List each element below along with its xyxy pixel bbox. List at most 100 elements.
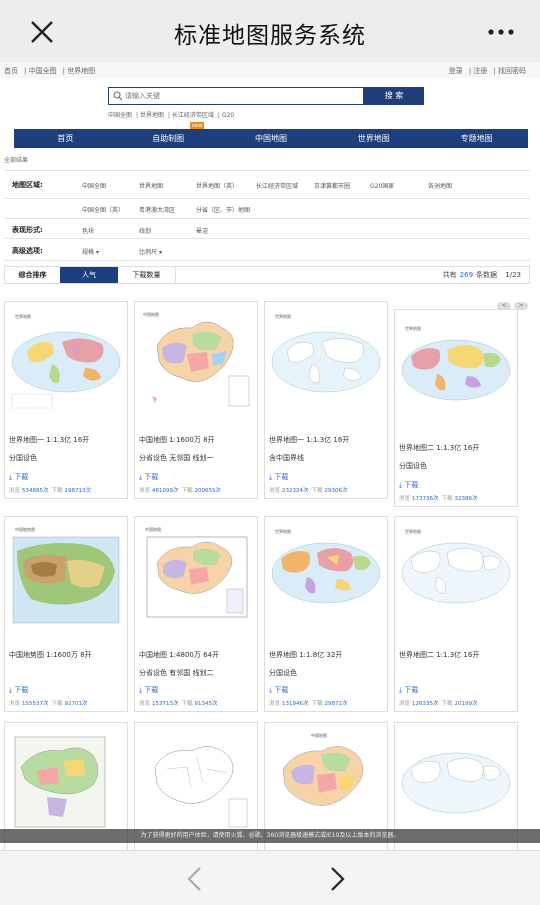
search-box [108,87,364,105]
quick-link[interactable]: G20 [222,112,234,119]
downloads-count: 92701次 [64,701,88,707]
download-link[interactable]: ⤓ 下载 [9,472,28,482]
util-link-home[interactable]: 首页 [4,67,18,75]
search-input[interactable] [125,90,357,102]
card-stats: 浏览 131946次 下载 29872次 [269,699,351,707]
downloads-label: 下载 [311,488,323,494]
filter-option[interactable]: 晕渲 [196,226,208,235]
nav-thematic-map[interactable]: 专题地图 [425,129,528,148]
forward-arrow-icon[interactable] [326,865,348,893]
nav-world-map[interactable]: 世界地图 [322,129,425,148]
downloads-count: 20199次 [454,701,478,707]
download-label: 下载 [144,473,159,481]
svg-text:世界地图: 世界地图 [405,325,421,331]
world-outline-map-thumbnail [401,752,511,814]
filter-option[interactable]: 世界地图 [139,181,163,190]
filter-option[interactable]: 京津冀都市圈 [314,181,350,190]
quick-links: 中国全图 | 世界地图 | 长江经济带区域 | G20 [108,112,235,119]
download-icon: ⤓ [269,473,273,481]
download-link[interactable]: ⤓ 下载 [399,685,418,695]
back-arrow-icon[interactable] [184,865,206,893]
china-outline-map-thumbnail [154,746,248,828]
filter-option[interactable]: 分省（区、市）地图 [196,205,250,214]
card-title: 中国地势图 1:1600万 8开 [9,651,92,659]
quick-link[interactable]: 长江经济带区域 [172,112,214,119]
downloads-label: 下载 [51,701,63,707]
card-title: 中国地图 1:4800万 64开 [139,651,219,659]
svg-text:世界地图: 世界地图 [15,313,31,319]
downloads-count: 32386次 [454,496,478,502]
map-card[interactable]: 世界地图 世界地图一 1:1.3亿 16开 含中国界线 ⤓ 下载 浏览 23232… [264,301,388,499]
download-link[interactable]: ⤓ 下载 [139,472,158,482]
sort-tab-comprehensive[interactable]: 综合排序 [5,267,60,283]
util-link-world[interactable]: 世界地图 [67,67,95,75]
map-card[interactable]: 中国地图 中国地图 1:4800万 64开 分省设色 有邻国 线划二 ⤓ 下载 … [134,516,258,712]
quick-link[interactable]: 世界地图 [140,112,164,119]
search-button[interactable]: 搜 索 [364,87,424,105]
views-count: 534885次 [22,488,49,494]
downloads-label: 下载 [441,496,453,502]
login-link[interactable]: 登录 [449,67,463,75]
card-subtitle: 分国设色 [269,669,297,677]
download-icon: ⤓ [139,686,143,694]
downloads-label: 下载 [51,488,63,494]
filter-panel: 地图区域: 中国全图 世界地图 世界地图（英） 长江经济带区域 京津冀都市圈 G… [4,170,530,261]
result-count: 共有 269 条数据 1/23 [443,267,521,283]
map-card[interactable]: 世界地图 世界地图一 1:1.3亿 16开 分国设色 ⤓ 下载 浏览 534885… [4,301,128,499]
spec-dropdown[interactable]: 规格 ▾ [82,247,99,256]
map-card[interactable]: 中国地势图 中国地势图 1:1600万 8开 ⤓ 下载 浏览 155537次 下载 9… [4,516,128,712]
filter-option[interactable]: 粤港澳大湾区 [139,205,175,214]
util-link-china[interactable]: 中国全图 [29,67,57,75]
download-link[interactable]: ⤓ 下载 [9,685,28,695]
download-label: 下载 [14,473,29,481]
filter-option[interactable]: 各洲地图 [428,181,452,190]
main-nav: 首页 自助制图 中国地图 世界地图 专题地图 [14,129,528,148]
china-colored-map-thumbnail: 中国地图 [282,732,364,806]
download-link[interactable]: ⤓ 下载 [269,685,288,695]
nav-home[interactable]: 首页 [14,129,117,148]
svg-text:世界地图: 世界地图 [405,528,421,534]
register-link[interactable]: 注册 [473,67,487,75]
card-stats: 浏览 173736次 下载 32386次 [399,494,481,502]
card-title: 世界地图 1:1.8亿 32开 [269,651,343,659]
download-icon: ⤓ [9,473,13,481]
views-label: 浏览 [9,701,21,707]
card-subtitle: 分省设色 有邻国 线划二 [139,669,214,677]
download-link[interactable]: ⤓ 下载 [139,685,158,695]
filter-option[interactable]: 中国全图 [82,181,106,190]
wechat-top-bar: 标准地图服务系统 [0,0,540,62]
card-stats: 浏览 126335次 下载 20199次 [399,699,481,707]
more-icon[interactable] [486,22,516,42]
filter-option[interactable]: 中国全图（英） [82,205,124,214]
nav-china-map[interactable]: 中国地图 [220,129,323,148]
sort-tab-downloads[interactable]: 下载数量 [118,267,176,283]
filter-option[interactable]: 线划 [139,226,151,235]
views-label: 浏览 [139,701,151,707]
download-link[interactable]: ⤓ 下载 [269,472,288,482]
download-label: 下载 [274,473,289,481]
download-icon: ⤓ [269,686,273,694]
nav-custom-mapping[interactable]: 自助制图 [117,129,220,148]
filter-option[interactable]: 世界地图（英） [196,181,238,190]
sort-tab-popularity[interactable]: 人气 [60,267,118,283]
downloads-count: 29872次 [324,701,348,707]
card-stats: 浏览 534885次 下载 198713次 [9,486,94,494]
map-card[interactable]: 中国地图 中国地图 1:1600万 8开 分省设色 无邻国 线划一 ⤓ 下载 浏… [134,301,258,499]
scale-dropdown[interactable]: 比例尺 ▾ [139,247,162,256]
map-card[interactable]: 世界地图 世界地图二 1:1.3亿 16开 分国设色 ⤓ 下载 浏览 173736… [394,309,518,507]
filter-label-region: 地图区域: [12,181,43,189]
quick-link[interactable]: 中国全图 [108,112,132,119]
download-link[interactable]: ⤓ 下载 [399,480,418,490]
recover-password-link[interactable]: 找回密码 [498,67,526,75]
views-count: 153713次 [152,701,179,707]
filter-row-region: 地图区域: 中国全图 世界地图 世界地图（英） 长江经济带区域 京津冀都市圈 G… [4,171,530,199]
svg-text:世界地图: 世界地图 [275,313,291,319]
filter-label-form: 表现形式: [12,226,43,234]
map-card[interactable]: 世界地图 世界地图 1:1.8亿 32开 分国设色 ⤓ 下载 浏览 131946次… [264,516,388,712]
filter-option[interactable]: G20国家 [370,181,394,190]
filter-option[interactable]: 色块 [82,226,94,235]
svg-text:世界地图: 世界地图 [275,528,291,534]
utility-bar: 首页 | 中国全图 | 世界地图 登录 | 注册 | 找回密码 [0,62,540,78]
filter-option[interactable]: 长江经济带区域 [256,181,298,190]
map-card[interactable]: 世界地图 世界地图二 1:1.3亿 16开 ⤓ 下载 浏览 126335次 下载 20… [394,516,518,712]
